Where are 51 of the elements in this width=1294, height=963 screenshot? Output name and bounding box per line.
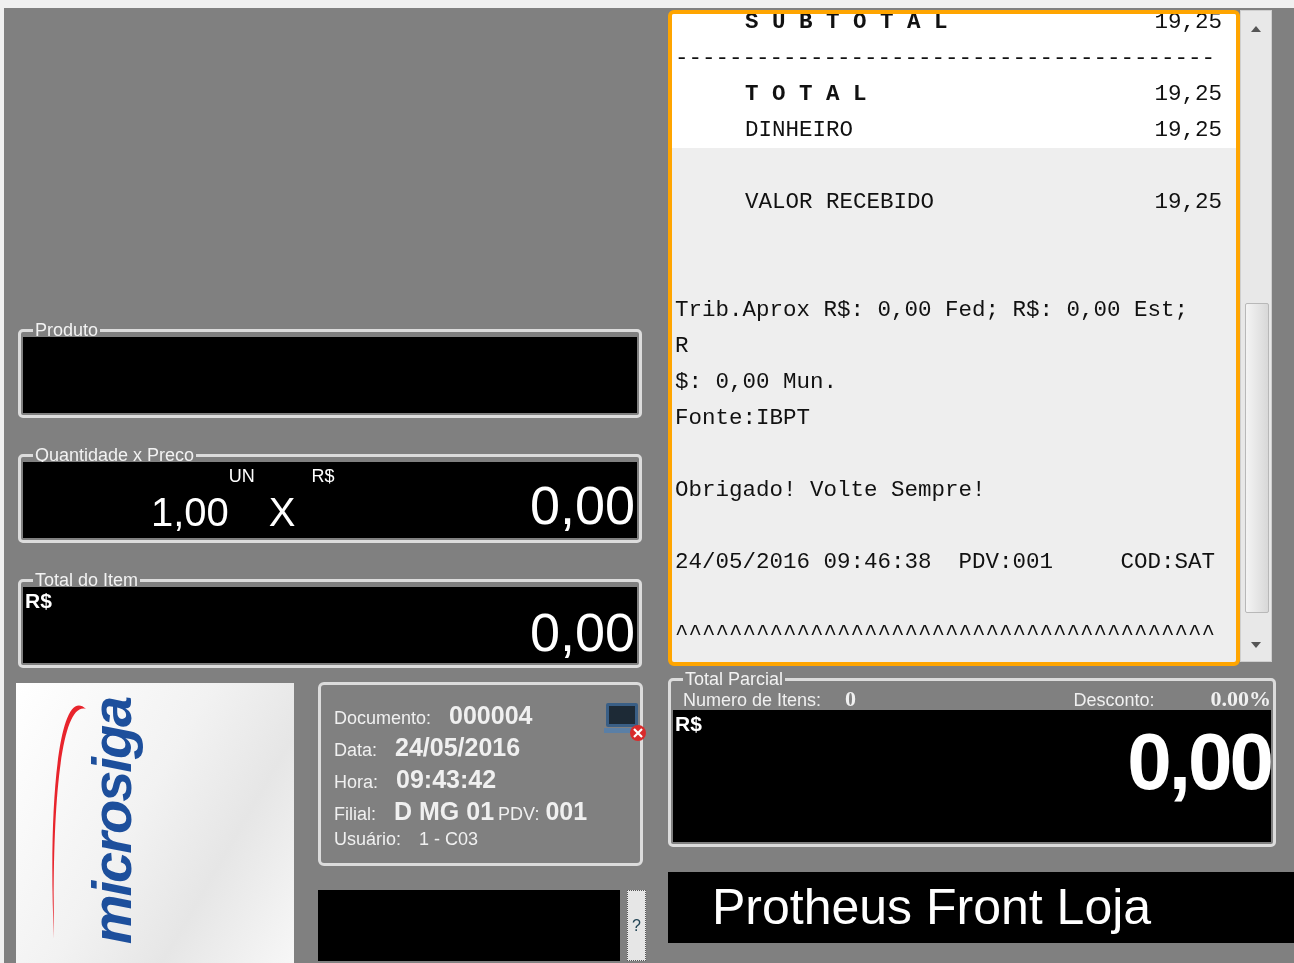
field-value: D MG 01 xyxy=(394,797,495,826)
help-button[interactable]: ? xyxy=(627,890,646,961)
field-value: 0.00% xyxy=(1210,686,1271,712)
partial-total-value: 0,00 xyxy=(1127,720,1271,804)
currency-label: R$ xyxy=(675,712,702,736)
field-value: 0 xyxy=(845,686,857,712)
group-label: Produto xyxy=(34,323,100,337)
group-label: Total Parcial xyxy=(684,672,785,686)
receipt-text: ^^^^^^^^^^^^^^^^^^^^^^^^^^^^^^^^^^^^^^^^ xyxy=(674,620,1217,649)
receipt-amount: 19,25 xyxy=(1154,80,1222,109)
field-label: Usuário: xyxy=(334,829,402,850)
currency-label: R$ xyxy=(25,589,52,613)
receipt-text: Trib.Aprox R$: 0,00 Fed; R$: 0,00 Est; xyxy=(674,296,1190,325)
currency-label: R$ xyxy=(311,466,335,487)
field-label: Documento: xyxy=(334,708,432,729)
scroll-down-icon[interactable] xyxy=(1251,641,1261,649)
field-label: Hora: xyxy=(334,772,378,793)
item-total-value: 0,00 xyxy=(529,605,635,659)
scroll-thumb[interactable] xyxy=(1245,303,1269,613)
scrollbar[interactable] xyxy=(1240,10,1272,662)
field-label: PDV: xyxy=(498,804,540,825)
scroll-up-icon[interactable] xyxy=(1251,25,1261,33)
app-title-banner: Protheus Front Loja xyxy=(668,872,1294,943)
receipt-label: DINHEIRO xyxy=(745,116,854,145)
receipt-text: $: 0,00 Mun. xyxy=(674,368,839,397)
receipt-amount: 19,25 xyxy=(1154,116,1222,145)
field-value: 24/05/2016 xyxy=(395,733,521,762)
field-value: 1 - C03 xyxy=(419,829,479,850)
receipt-text: R xyxy=(674,332,690,361)
group-label: Quantidade x Preco xyxy=(34,448,196,462)
receipt-text: Fonte:IBPT xyxy=(674,404,812,433)
receipt-label: T O T A L xyxy=(745,80,867,109)
unit-label: UN xyxy=(228,466,255,487)
price-value: 0,00 xyxy=(529,478,635,532)
monitor-error-icon xyxy=(604,701,648,743)
field-value: 000004 xyxy=(449,701,533,730)
field-label: Filial: xyxy=(334,804,376,825)
group-label: Total do Item xyxy=(34,573,140,587)
field-value: 001 xyxy=(545,797,588,826)
receipt-text: ---------------------------------------- xyxy=(672,40,1236,76)
field-value: 09:43:42 xyxy=(396,765,497,794)
receipt-text: Obrigado! Volte Sempre! xyxy=(674,476,987,505)
field-label: Desconto: xyxy=(1073,690,1155,711)
field-label: Numero de Itens: xyxy=(683,690,822,711)
field-label: Data: xyxy=(334,740,378,761)
times-sign: X xyxy=(268,492,296,532)
receipt-label: VALOR RECEBIDO xyxy=(745,188,935,217)
receipt-amount: 19,25 xyxy=(1154,188,1222,217)
receipt-text: 24/05/2016 09:46:38 PDV:001 COD:SAT xyxy=(674,548,1217,577)
logo-text: microsiga xyxy=(80,696,144,947)
quantity-value: 1,00 xyxy=(151,492,229,532)
